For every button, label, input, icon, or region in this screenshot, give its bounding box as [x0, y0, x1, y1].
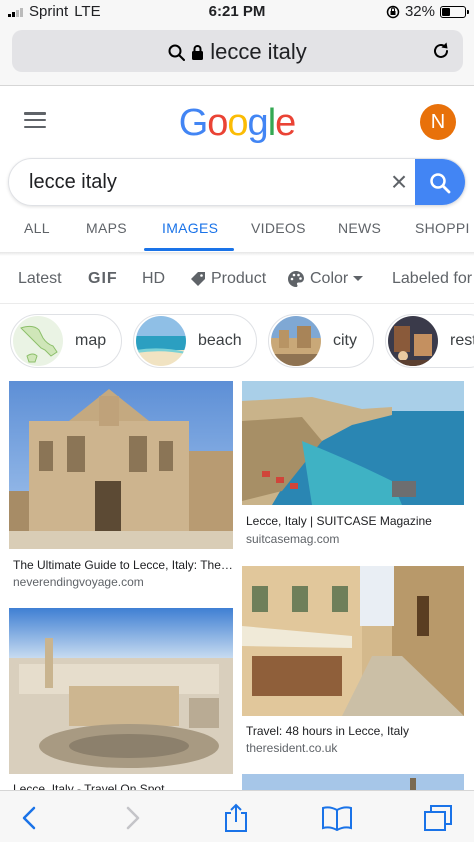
image-result[interactable]: The Ultimate Guide to Lecce, Italy: The……	[9, 381, 233, 591]
chip-beach-label: beach	[198, 332, 242, 349]
back-button[interactable]	[12, 801, 46, 835]
filter-product-label: Product	[211, 270, 267, 287]
filter-product[interactable]: Product	[190, 270, 266, 288]
battery-percent: 32%	[404, 3, 435, 20]
forward-button[interactable]	[116, 801, 150, 835]
chip-map[interactable]: map	[10, 314, 122, 368]
tabs-button[interactable]	[421, 801, 455, 835]
logo-letter: g	[247, 102, 269, 144]
clear-icon[interactable]: ×	[384, 167, 414, 197]
forward-icon	[126, 806, 140, 830]
logo-letter: G	[178, 102, 209, 144]
result-title[interactable]: Lecce, Italy | SUITCASE Magazine	[246, 514, 464, 528]
url-text: lecce italy	[210, 39, 307, 64]
tab-images[interactable]: IMAGES	[162, 220, 218, 236]
search-input[interactable]: lecce italy	[29, 171, 117, 194]
filter-color-label: Color	[310, 270, 349, 287]
chevron-down-icon	[353, 276, 364, 281]
logo-letter: o	[227, 102, 248, 144]
logo-letter: o	[207, 102, 228, 144]
result-title[interactable]: Travel: 48 hours in Lecce, Italy	[246, 724, 464, 738]
share-icon	[225, 803, 247, 832]
back-icon	[22, 806, 36, 830]
image-result[interactable]: Lecce, Italy - Travel On Spot	[9, 608, 233, 790]
chip-beach-thumbnail	[136, 316, 186, 366]
reload-icon[interactable]	[431, 41, 451, 61]
result-image-street[interactable]	[242, 566, 464, 716]
tab-all[interactable]: ALL	[24, 220, 50, 236]
image-result[interactable]	[242, 774, 464, 790]
browser-toolbar	[0, 790, 474, 842]
orientation-lock-icon	[386, 5, 400, 18]
chip-city-thumbnail	[271, 316, 321, 366]
related-chips: map beach city res	[0, 310, 474, 372]
status-bar: Sprint LTE 6:21 PM 32%	[0, 0, 474, 24]
filter-color[interactable]: Color	[287, 270, 364, 288]
image-result[interactable]: Lecce, Italy | SUITCASE Magazine suitcas…	[242, 381, 464, 551]
chip-map-label: map	[75, 332, 107, 349]
filter-gif[interactable]: GIF	[88, 270, 118, 288]
filter-tools: Latest GIF HD Product Color Labeled for	[0, 256, 474, 304]
tab-shopping[interactable]: SHOPPI	[415, 220, 470, 236]
result-source[interactable]: theresident.co.uk	[246, 741, 337, 755]
filter-latest[interactable]: Latest	[18, 270, 62, 288]
tab-videos[interactable]: VIDEOS	[251, 220, 306, 236]
active-tab-indicator	[144, 248, 234, 251]
bookmarks-icon	[322, 806, 352, 831]
search-icon	[430, 173, 451, 194]
tab-news[interactable]: NEWS	[338, 220, 381, 236]
google-header: Google N	[0, 86, 474, 156]
magnifier-icon	[168, 44, 186, 61]
chip-city-label: city	[333, 332, 357, 349]
browser-chrome: lecce italy	[0, 24, 474, 86]
chip-map-thumbnail	[13, 316, 63, 366]
chip-beach[interactable]: beach	[133, 314, 257, 368]
lock-icon	[192, 44, 204, 60]
palette-icon	[288, 271, 304, 287]
result-source[interactable]: suitcasemag.com	[246, 532, 339, 546]
chip-rest-label: rest	[450, 332, 474, 349]
status-right: 32%	[386, 3, 469, 20]
result-source[interactable]: neverendingvoyage.com	[13, 575, 144, 589]
result-title[interactable]: The Ultimate Guide to Lecce, Italy: The…	[13, 558, 233, 572]
image-result[interactable]: Travel: 48 hours in Lecce, Italy theresi…	[242, 566, 464, 756]
tag-icon	[191, 272, 205, 286]
result-image-coast[interactable]	[242, 381, 464, 505]
filter-hd[interactable]: HD	[142, 270, 165, 288]
tabs-icon	[424, 805, 452, 831]
tab-maps[interactable]: MAPS	[86, 220, 127, 236]
chip-rest-thumbnail	[388, 316, 438, 366]
share-button[interactable]	[219, 801, 253, 835]
search-button[interactable]	[415, 159, 465, 205]
account-avatar[interactable]: N	[420, 104, 456, 140]
result-image-aerial[interactable]	[9, 608, 233, 774]
logo-letter: e	[275, 102, 296, 144]
battery-icon	[440, 5, 469, 18]
result-image-cathedral[interactable]	[9, 381, 233, 549]
google-logo[interactable]: Google	[0, 102, 474, 145]
bookmarks-button[interactable]	[320, 801, 354, 835]
result-tabs: ALL MAPS IMAGES VIDEOS NEWS SHOPPI	[0, 206, 474, 252]
chip-city[interactable]: city	[268, 314, 374, 368]
filter-labeled[interactable]: Labeled for	[392, 270, 472, 288]
result-title[interactable]: Lecce, Italy - Travel On Spot	[13, 782, 233, 790]
chip-rest[interactable]: rest	[385, 314, 474, 368]
search-box[interactable]: lecce italy ×	[8, 158, 466, 206]
result-image-partial[interactable]	[242, 774, 464, 790]
address-bar[interactable]: lecce italy	[12, 30, 463, 72]
